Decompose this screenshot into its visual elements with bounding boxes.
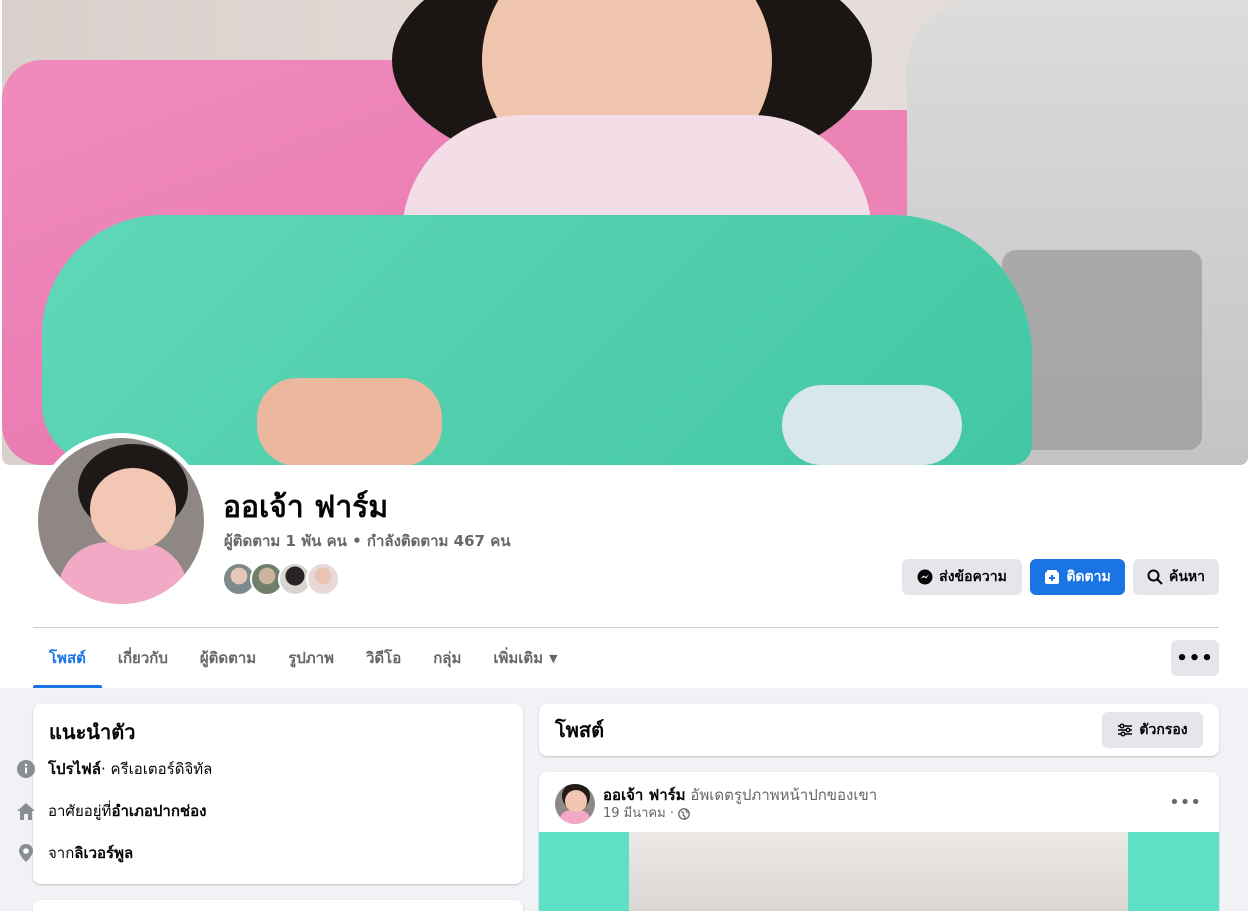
intro-lives-row: อาศัยอยู่ที่ อำเภอปากช่อง bbox=[16, 801, 206, 821]
tab-label: รูปภาพ bbox=[288, 649, 334, 667]
profile-category: · ครีเอเตอร์ดิจิทัล bbox=[101, 760, 213, 778]
filter-button[interactable]: ตัวกรอง bbox=[1102, 712, 1203, 748]
message-button[interactable]: ส่งข้อความ bbox=[902, 559, 1022, 595]
tab-label: กลุ่ม bbox=[433, 649, 462, 667]
follower-avatar[interactable] bbox=[306, 562, 340, 596]
tab-label: ผู้ติดตาม bbox=[199, 649, 257, 667]
tab-videos[interactable]: วิดีโอ bbox=[350, 628, 417, 688]
post-date-link[interactable]: 19 มีนาคม · bbox=[603, 806, 674, 822]
tab-label: เพิ่มเติม bbox=[493, 649, 544, 667]
search-icon bbox=[1147, 569, 1163, 585]
cover-photo[interactable] bbox=[2, 0, 1248, 465]
follow-button-label: ติดตาม bbox=[1066, 569, 1111, 585]
search-button-label: ค้นหา bbox=[1168, 569, 1206, 585]
tab-label: โพสต์ bbox=[49, 649, 86, 667]
post-options-button[interactable]: ••• bbox=[1169, 788, 1201, 816]
tab-about[interactable]: เกี่ยวกับ bbox=[102, 628, 184, 688]
post-card: ออเจ้า ฟาร์ม อัพเดตรูปภาพหน้าปกของเขา 19… bbox=[539, 772, 1219, 911]
next-sidebar-card bbox=[33, 900, 523, 911]
info-icon bbox=[16, 759, 36, 779]
search-button[interactable]: ค้นหา bbox=[1133, 559, 1219, 595]
profile-header: ออเจ้า ฟาร์ม ผู้ติดตาม 1 พัน คน • กำลังต… bbox=[0, 0, 1248, 688]
tab-label: เกี่ยวกับ bbox=[117, 649, 168, 667]
tab-posts[interactable]: โพสต์ bbox=[33, 628, 102, 688]
follow-button[interactable]: ติดตาม bbox=[1030, 559, 1125, 595]
post-image[interactable] bbox=[539, 832, 1219, 911]
post-author-avatar[interactable] bbox=[555, 784, 595, 824]
from-place-link[interactable]: ลิเวอร์พูล bbox=[74, 843, 133, 863]
profile-label: โปรไฟล์ bbox=[48, 760, 101, 778]
more-options-button[interactable]: ••• bbox=[1171, 640, 1219, 676]
intro-profile-row: โปรไฟล์ · ครีเอเตอร์ดิจิทัล bbox=[16, 759, 212, 779]
intro-from-row: จาก ลิเวอร์พูล bbox=[16, 843, 133, 863]
profile-tabs: โพสต์ เกี่ยวกับ ผู้ติดตาม รูปภาพ วิดีโอ … bbox=[33, 628, 574, 688]
filter-icon bbox=[1117, 722, 1133, 738]
tab-label: วิดีโอ bbox=[365, 649, 402, 667]
post-author-link[interactable]: ออเจ้า ฟาร์ม bbox=[603, 786, 686, 804]
tab-followers[interactable]: ผู้ติดตาม bbox=[184, 628, 272, 688]
tab-groups[interactable]: กลุ่ม bbox=[417, 628, 477, 688]
caret-down-icon: ▼ bbox=[549, 651, 558, 665]
page-title[interactable]: ออเจ้า ฟาร์ม bbox=[223, 488, 388, 528]
tab-more[interactable]: เพิ่มเติม ▼ bbox=[477, 628, 573, 688]
message-button-label: ส่งข้อความ bbox=[939, 569, 1007, 585]
follow-plus-icon bbox=[1044, 569, 1060, 585]
filter-button-label: ตัวกรอง bbox=[1139, 722, 1188, 738]
lives-place-link[interactable]: อำเภอปากช่อง bbox=[111, 801, 206, 821]
lives-prefix: อาศัยอยู่ที่ bbox=[48, 802, 112, 820]
follow-stats[interactable]: ผู้ติดตาม 1 พัน คน • กำลังติดตาม 467 คน bbox=[224, 531, 511, 551]
post-header-line: ออเจ้า ฟาร์ม อัพเดตรูปภาพหน้าปกของเขา bbox=[603, 785, 877, 805]
messenger-icon bbox=[917, 569, 933, 585]
globe-icon bbox=[678, 808, 690, 820]
location-pin-icon bbox=[16, 843, 36, 863]
from-prefix: จาก bbox=[48, 844, 75, 862]
post-meta: 19 มีนาคม · bbox=[603, 806, 690, 822]
profile-avatar[interactable] bbox=[38, 438, 204, 604]
intro-title: แนะนำตัว bbox=[49, 720, 136, 744]
home-icon bbox=[16, 801, 36, 821]
posts-title: โพสต์ bbox=[555, 718, 605, 742]
follower-avatars[interactable] bbox=[222, 562, 340, 596]
tab-photos[interactable]: รูปภาพ bbox=[272, 628, 350, 688]
post-action-text: อัพเดตรูปภาพหน้าปกของเขา bbox=[685, 786, 878, 804]
